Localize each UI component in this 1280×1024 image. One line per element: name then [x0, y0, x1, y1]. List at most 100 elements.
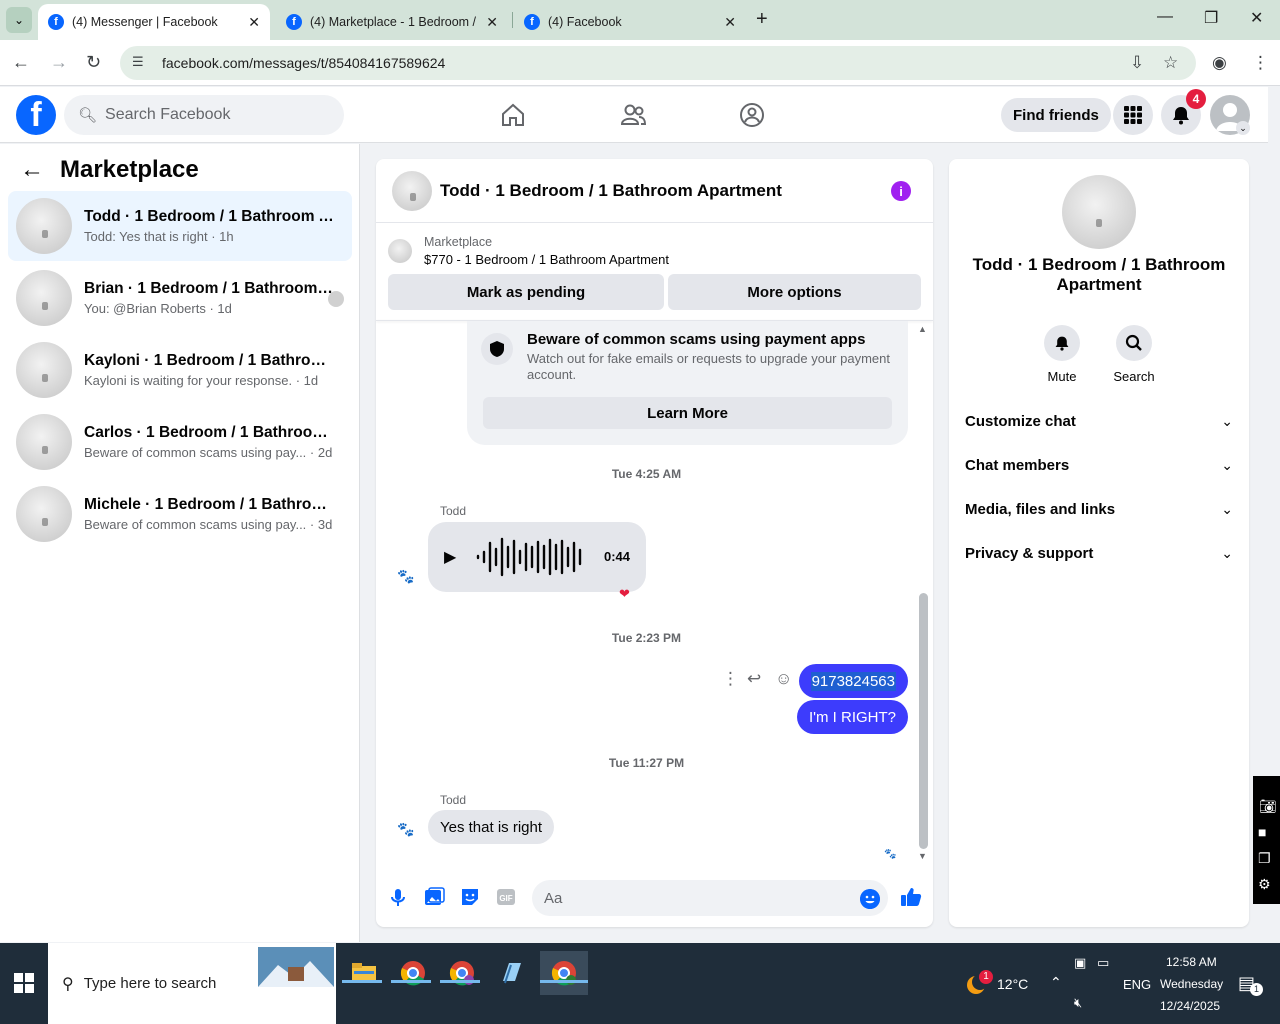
restore-button[interactable]: ❐ [1204, 8, 1218, 28]
marketplace-sidebar: ← Marketplace Todd · 1 Bedroom / 1 Bathr… [0, 144, 360, 942]
tab-search-button[interactable]: ⌄ [6, 7, 32, 33]
listing-summary[interactable]: Marketplace $770 - 1 Bedroom / 1 Bathroo… [388, 235, 669, 267]
heart-reaction-icon[interactable]: ❤ [619, 586, 630, 602]
facebook-search-input[interactable]: 🔍︎ Search Facebook [64, 95, 344, 135]
video-icon[interactable]: ■ [1258, 824, 1266, 840]
address-toolbar: ← → ↻ ☰ facebook.com/messages/t/85408416… [0, 40, 1280, 86]
emoji-icon[interactable] [860, 889, 880, 909]
volume-muted-icon[interactable]: 🔇︎ [1074, 995, 1082, 1011]
window-icon[interactable]: ❐ [1258, 850, 1271, 867]
home-icon[interactable] [499, 101, 527, 129]
sender-avatar[interactable]: 🐾 [394, 817, 418, 841]
tab-messenger[interactable]: f (4) Messenger | Facebook ✕ [38, 4, 270, 40]
conversation-brian[interactable]: Brian · 1 Bedroom / 1 Bathroom ... You: … [8, 263, 352, 333]
outgoing-message[interactable]: I'm I RIGHT? [796, 700, 908, 734]
tab-facebook[interactable]: f (4) Facebook ✕ [514, 4, 746, 40]
sender-avatar[interactable]: 🐾 [394, 564, 418, 588]
friends-icon[interactable] [619, 101, 647, 129]
tab-marketplace[interactable]: f (4) Marketplace - 1 Bedroom / ✕ [276, 4, 508, 40]
chat-avatar[interactable] [392, 170, 432, 211]
notification-badge: 4 [1186, 89, 1206, 109]
file-explorer-icon[interactable] [342, 951, 386, 995]
clock-time[interactable]: 12:58 AM [1166, 955, 1217, 969]
message-text: Yes that is right [440, 818, 543, 836]
profile-icon[interactable]: ◉ [1212, 53, 1227, 73]
close-tab-icon[interactable]: ✕ [724, 14, 736, 31]
media-files-links-section[interactable]: Media, files and links ⌄ [965, 491, 1233, 527]
forward-button[interactable]: → [50, 52, 68, 73]
play-icon[interactable]: ▶ [444, 547, 456, 567]
chat-title[interactable]: Todd · 1 Bedroom / 1 Bathroom Apartment [440, 181, 782, 201]
bookmark-star-icon[interactable]: ☆ [1163, 53, 1178, 73]
conversation-preview: Beware of common scams using pay... · 2d [84, 445, 333, 460]
listing-avatar[interactable] [1062, 175, 1136, 249]
facebook-logo-icon[interactable]: f [16, 95, 56, 135]
scroll-down-icon[interactable]: ▼ [918, 851, 927, 861]
conversation-michele[interactable]: Michele · 1 Bedroom / 1 Bathroom ... Bew… [8, 479, 352, 549]
search-conversation-button[interactable]: Search [1104, 325, 1164, 384]
react-smiley-icon[interactable]: ☺ [775, 669, 792, 689]
conversation-carlos[interactable]: Carlos · 1 Bedroom / 1 Bathroom A... Bew… [8, 407, 352, 477]
facebook-favicon-icon: f [286, 14, 302, 30]
back-button[interactable]: ← [12, 52, 30, 73]
chevron-down-icon: ⌄ [1221, 500, 1233, 517]
voice-message[interactable]: ▶ 0:44 [428, 522, 646, 592]
browser-menu-icon[interactable]: ⋮ [1252, 53, 1269, 73]
clock-day[interactable]: Wednesday [1160, 977, 1223, 991]
customize-chat-section[interactable]: Customize chat ⌄ [965, 403, 1233, 439]
reply-icon[interactable]: ↩ [747, 669, 761, 689]
close-tab-icon[interactable]: ✕ [248, 14, 260, 31]
chevron-down-icon[interactable]: ⌄ [1236, 121, 1250, 135]
incoming-message[interactable]: Yes that is right [428, 810, 555, 844]
close-window-button[interactable]: ✕ [1250, 8, 1263, 28]
microphone-icon[interactable] [387, 886, 409, 908]
shield-icon [481, 333, 513, 365]
scroll-up-icon[interactable]: ▲ [918, 324, 927, 334]
groups-icon[interactable] [738, 101, 766, 129]
more-options-button[interactable]: More options [668, 274, 921, 310]
learn-more-button[interactable]: Learn More [483, 397, 892, 429]
network-icon[interactable]: ▭ [1097, 955, 1109, 971]
new-tab-button[interactable]: + [756, 8, 768, 31]
reload-button[interactable]: ↻ [86, 52, 101, 73]
privacy-support-section[interactable]: Privacy & support ⌄ [965, 535, 1233, 571]
info-icon[interactable]: i [891, 181, 911, 201]
conversation-todd[interactable]: Todd · 1 Bedroom / 1 Bathroom Ap... Todd… [8, 191, 352, 261]
listing-avatar [16, 270, 72, 326]
show-hidden-icons[interactable]: ⌃ [1050, 974, 1062, 991]
scam-warning-card: Beware of common scams using payment app… [467, 321, 908, 445]
menu-grid-button[interactable] [1113, 95, 1153, 135]
photo-icon[interactable] [423, 886, 445, 908]
taskbar-search-box[interactable]: ⚲ Type here to search [48, 943, 336, 1024]
chat-scrollbar[interactable] [919, 593, 928, 849]
language-indicator[interactable]: ENG [1123, 977, 1151, 992]
close-tab-icon[interactable]: ✕ [486, 14, 498, 31]
outgoing-message[interactable]: 9173824563 [798, 664, 908, 698]
site-info-icon[interactable]: ☰ [132, 54, 150, 72]
message-composer: GIF Aa [376, 863, 933, 927]
chrome-icon[interactable] [391, 951, 435, 995]
windows-start-icon[interactable] [14, 973, 34, 993]
notepad-icon[interactable] [489, 951, 533, 995]
chrome-active-icon[interactable] [540, 951, 588, 995]
message-input[interactable]: Aa [532, 880, 888, 916]
thumbs-up-icon[interactable] [899, 885, 923, 909]
minimize-button[interactable]: — [1157, 8, 1173, 26]
message-text: I'm I RIGHT? [808, 708, 896, 726]
more-actions-icon[interactable]: ⋮ [722, 669, 739, 689]
url-bar[interactable]: ☰ facebook.com/messages/t/85408416758962… [120, 46, 1196, 80]
sticker-icon[interactable] [459, 886, 481, 908]
find-friends-button[interactable]: Find friends [1001, 98, 1111, 132]
settings-gear-icon[interactable]: ⚙ [1258, 876, 1271, 893]
back-arrow-icon[interactable]: ← [20, 156, 44, 184]
meet-now-icon[interactable]: ▣ [1074, 955, 1086, 971]
install-app-icon[interactable]: ⇩ [1130, 53, 1144, 73]
gif-icon[interactable]: GIF [495, 886, 517, 908]
mark-as-pending-button[interactable]: Mark as pending [388, 274, 664, 310]
chrome-profile-icon[interactable] [440, 951, 484, 995]
camera-icon[interactable]: 📷︎ [1259, 798, 1277, 815]
mute-button[interactable]: Mute [1032, 325, 1092, 384]
clock-date[interactable]: 12/24/2025 [1160, 999, 1220, 1013]
conversation-kayloni[interactable]: Kayloni · 1 Bedroom / 1 Bathroom ... Kay… [8, 335, 352, 405]
chat-members-section[interactable]: Chat members ⌄ [965, 447, 1233, 483]
